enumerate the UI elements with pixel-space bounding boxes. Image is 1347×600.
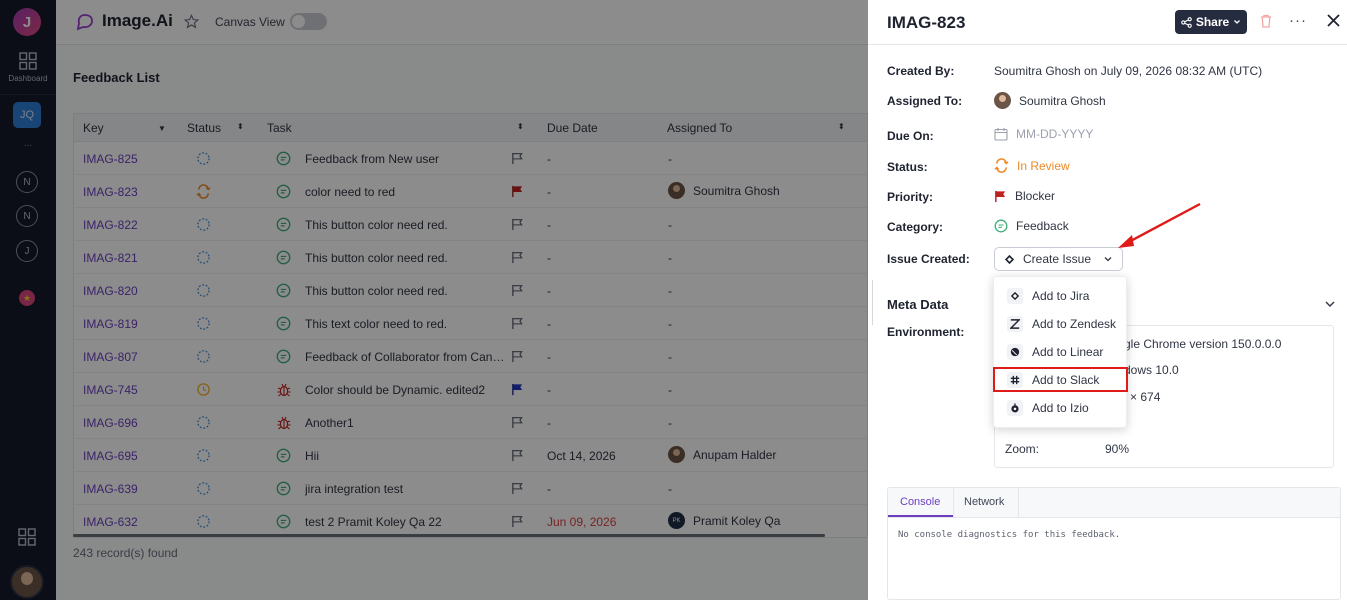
environment-label: Environment: [887,325,965,339]
menu-item-linear[interactable]: Add to Linear [1007,344,1103,360]
browser-value: gle Chrome version 150.0.0.0 [1124,337,1282,351]
collapse-chevron-icon[interactable] [1324,298,1336,310]
resolution-value: × 674 [1130,390,1161,404]
in-review-icon [994,158,1009,173]
zoom-label: Zoom: [1005,442,1040,456]
zoom-value: 90% [1105,442,1130,456]
assignee-avatar [994,92,1011,109]
delete-icon[interactable] [1260,14,1272,28]
category-value: Feedback [1016,219,1069,233]
tab-divider [953,488,954,518]
create-issue-label: Create Issue [1023,252,1092,266]
close-icon[interactable] [1327,14,1340,27]
os-value: dows 10.0 [1124,363,1179,377]
highlight-annotation [993,367,1128,392]
created-by-value: Soumitra Ghosh on July 09, 2026 08:32 AM… [994,64,1263,78]
menu-item-jira[interactable]: Add to Jira [1007,288,1089,304]
tab-network[interactable]: Network [964,496,1004,508]
menu-item-izio[interactable]: Add to Izio [1007,400,1089,416]
category-label: Category: [887,220,944,234]
tab-divider [1018,488,1019,518]
created-by-label: Created By: [887,64,955,78]
diagnostics-tabs: Console Network No console diagnostics f… [887,487,1341,600]
share-icon [1180,16,1192,28]
jira-icon [1007,288,1023,304]
tab-bar: Console Network [888,488,1340,518]
priority-value: Blocker [1015,189,1056,203]
feedback-icon [994,219,1008,233]
create-issue-button[interactable]: Create Issue [994,247,1123,271]
priority-label: Priority: [887,190,934,204]
menu-item-label: Add to Linear [1032,345,1104,359]
console-message: No console diagnostics for this feedback… [898,530,1121,540]
active-tab-indicator [888,515,953,517]
assigned-to-label: Assigned To: [887,94,963,108]
menu-item-label: Add to Izio [1032,401,1089,415]
chevron-down-icon [1234,20,1241,24]
assignee-selector[interactable]: Soumitra Ghosh [994,92,1106,109]
status-value: In Review [1017,158,1070,173]
feedback-key-title: IMAG-823 [887,13,966,32]
create-issue-menu: Add to Jira Add to Zendesk Add to Linear… [993,276,1127,428]
status-selector[interactable]: In Review [994,158,1070,173]
due-on-label: Due On: [887,129,934,143]
share-button[interactable]: Share [1175,10,1247,34]
issue-created-label: Issue Created: [887,252,970,266]
chevron-down-icon [1104,257,1112,262]
panel-resize-handle[interactable] [872,280,873,325]
linear-icon [1007,344,1023,360]
share-label: Share [1195,15,1230,29]
menu-item-label: Add to Zendesk [1032,317,1117,331]
more-options-icon[interactable]: ··· [1289,12,1307,29]
assignee-name: Soumitra Ghosh [1019,93,1106,108]
status-label: Status: [887,160,928,174]
panel-divider [868,44,1347,45]
blocker-flag-icon [995,190,1006,202]
modal-backdrop[interactable] [0,0,868,600]
category-selector[interactable]: Feedback [994,219,1069,233]
menu-item-zendesk[interactable]: Add to Zendesk [1007,316,1116,332]
izio-icon [1007,400,1023,416]
priority-selector[interactable]: Blocker [994,189,1055,203]
tab-console[interactable]: Console [900,496,940,508]
calendar-icon [994,128,1008,141]
menu-item-label: Add to Jira [1032,289,1090,303]
annotation-arrow-icon [1118,202,1201,248]
jira-icon [1004,254,1015,264]
due-date-placeholder: MM-DD-YYYY [1016,127,1094,141]
meta-data-title: Meta Data [887,297,949,312]
due-date-field[interactable]: MM-DD-YYYY [994,127,1093,141]
zendesk-icon [1007,316,1023,332]
